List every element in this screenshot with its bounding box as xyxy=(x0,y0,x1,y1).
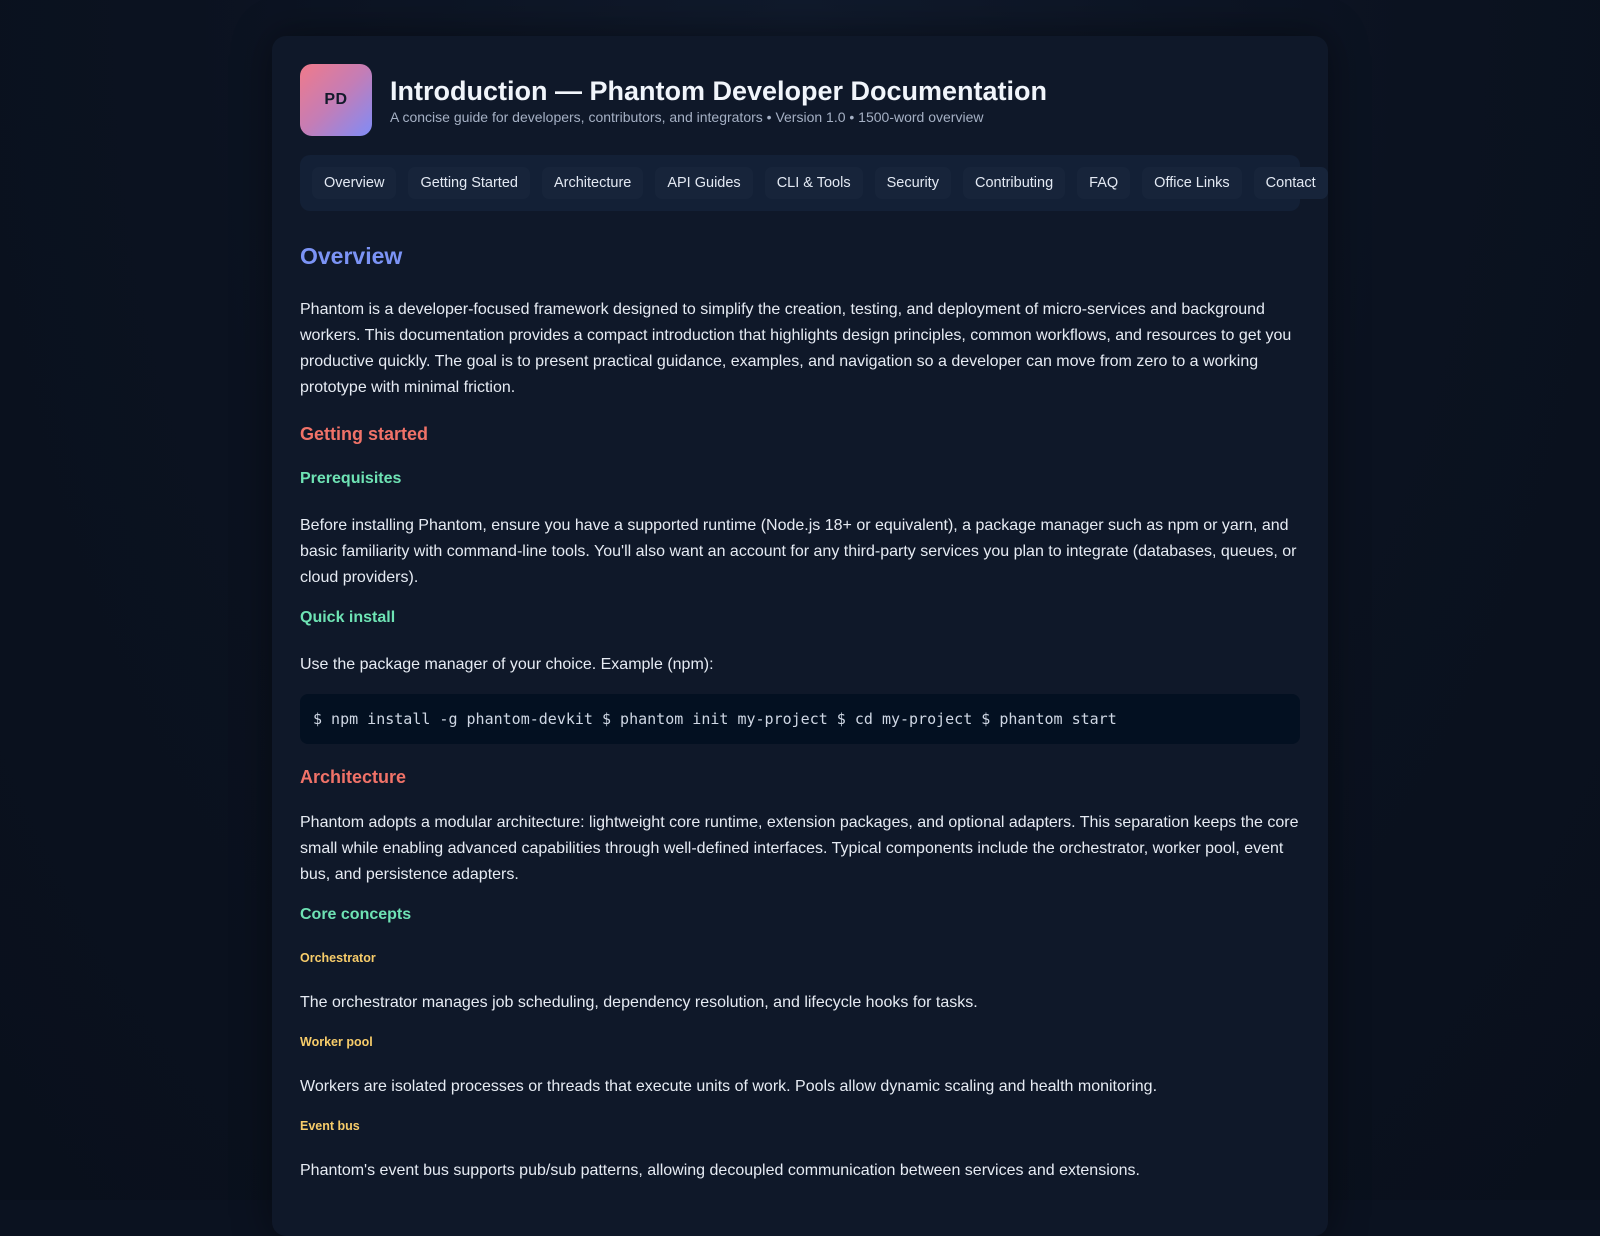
architecture-paragraph: Phantom adopts a modular architecture: l… xyxy=(300,814,1299,883)
prerequisites-paragraph: Before installing Phantom, ensure you ha… xyxy=(300,517,1297,586)
page-header: PD Introduction — Phantom Developer Docu… xyxy=(300,64,1300,136)
nav-link-getting-started[interactable]: Getting Started xyxy=(408,167,530,199)
quick-install-heading: Quick install xyxy=(300,609,396,626)
main-content: Overview Phantom is a developer-focused … xyxy=(300,241,1300,1184)
nav-link-contact[interactable]: Contact xyxy=(1253,167,1328,199)
worker-pool-paragraph: Workers are isolated processes or thread… xyxy=(300,1078,1158,1095)
overview-paragraph: Phantom is a developer-focused framework… xyxy=(300,301,1292,396)
logo-badge: PD xyxy=(300,64,372,136)
documentation-card: PD Introduction — Phantom Developer Docu… xyxy=(272,36,1328,1236)
section-nav: Overview Getting Started Architecture AP… xyxy=(300,155,1328,211)
nav-link-contributing[interactable]: Contributing xyxy=(962,167,1066,199)
page-title: Introduction — Phantom Developer Documen… xyxy=(390,76,1048,106)
nav-link-overview[interactable]: Overview xyxy=(312,167,397,199)
orchestrator-heading: Orchestrator xyxy=(300,951,376,965)
core-concepts-heading: Core concepts xyxy=(300,906,412,923)
nav-link-cli-tools[interactable]: CLI & Tools xyxy=(764,167,863,199)
event-bus-heading: Event bus xyxy=(300,1119,360,1133)
event-bus-paragraph: Phantom's event bus supports pub/sub pat… xyxy=(300,1162,1140,1179)
orchestrator-paragraph: The orchestrator manages job scheduling,… xyxy=(300,994,978,1011)
getting-started-heading: Getting started xyxy=(300,424,429,444)
nav-link-security[interactable]: Security xyxy=(874,167,951,199)
quick-install-paragraph: Use the package manager of your choice. … xyxy=(300,656,714,673)
worker-pool-heading: Worker pool xyxy=(300,1035,373,1049)
title-block: Introduction — Phantom Developer Documen… xyxy=(390,74,1047,126)
install-code-block[interactable]: $ npm install -g phantom-devkit $ phanto… xyxy=(300,694,1300,744)
nav-link-api-guides[interactable]: API Guides xyxy=(655,167,753,199)
page-subtitle: A concise guide for developers, contribu… xyxy=(390,109,984,125)
architecture-heading: Architecture xyxy=(300,767,407,787)
nav-link-office-links[interactable]: Office Links xyxy=(1142,167,1242,199)
prerequisites-heading: Prerequisites xyxy=(300,470,402,487)
nav-link-faq[interactable]: FAQ xyxy=(1077,167,1131,199)
nav-link-architecture[interactable]: Architecture xyxy=(541,167,644,199)
overview-heading: Overview xyxy=(300,243,403,269)
